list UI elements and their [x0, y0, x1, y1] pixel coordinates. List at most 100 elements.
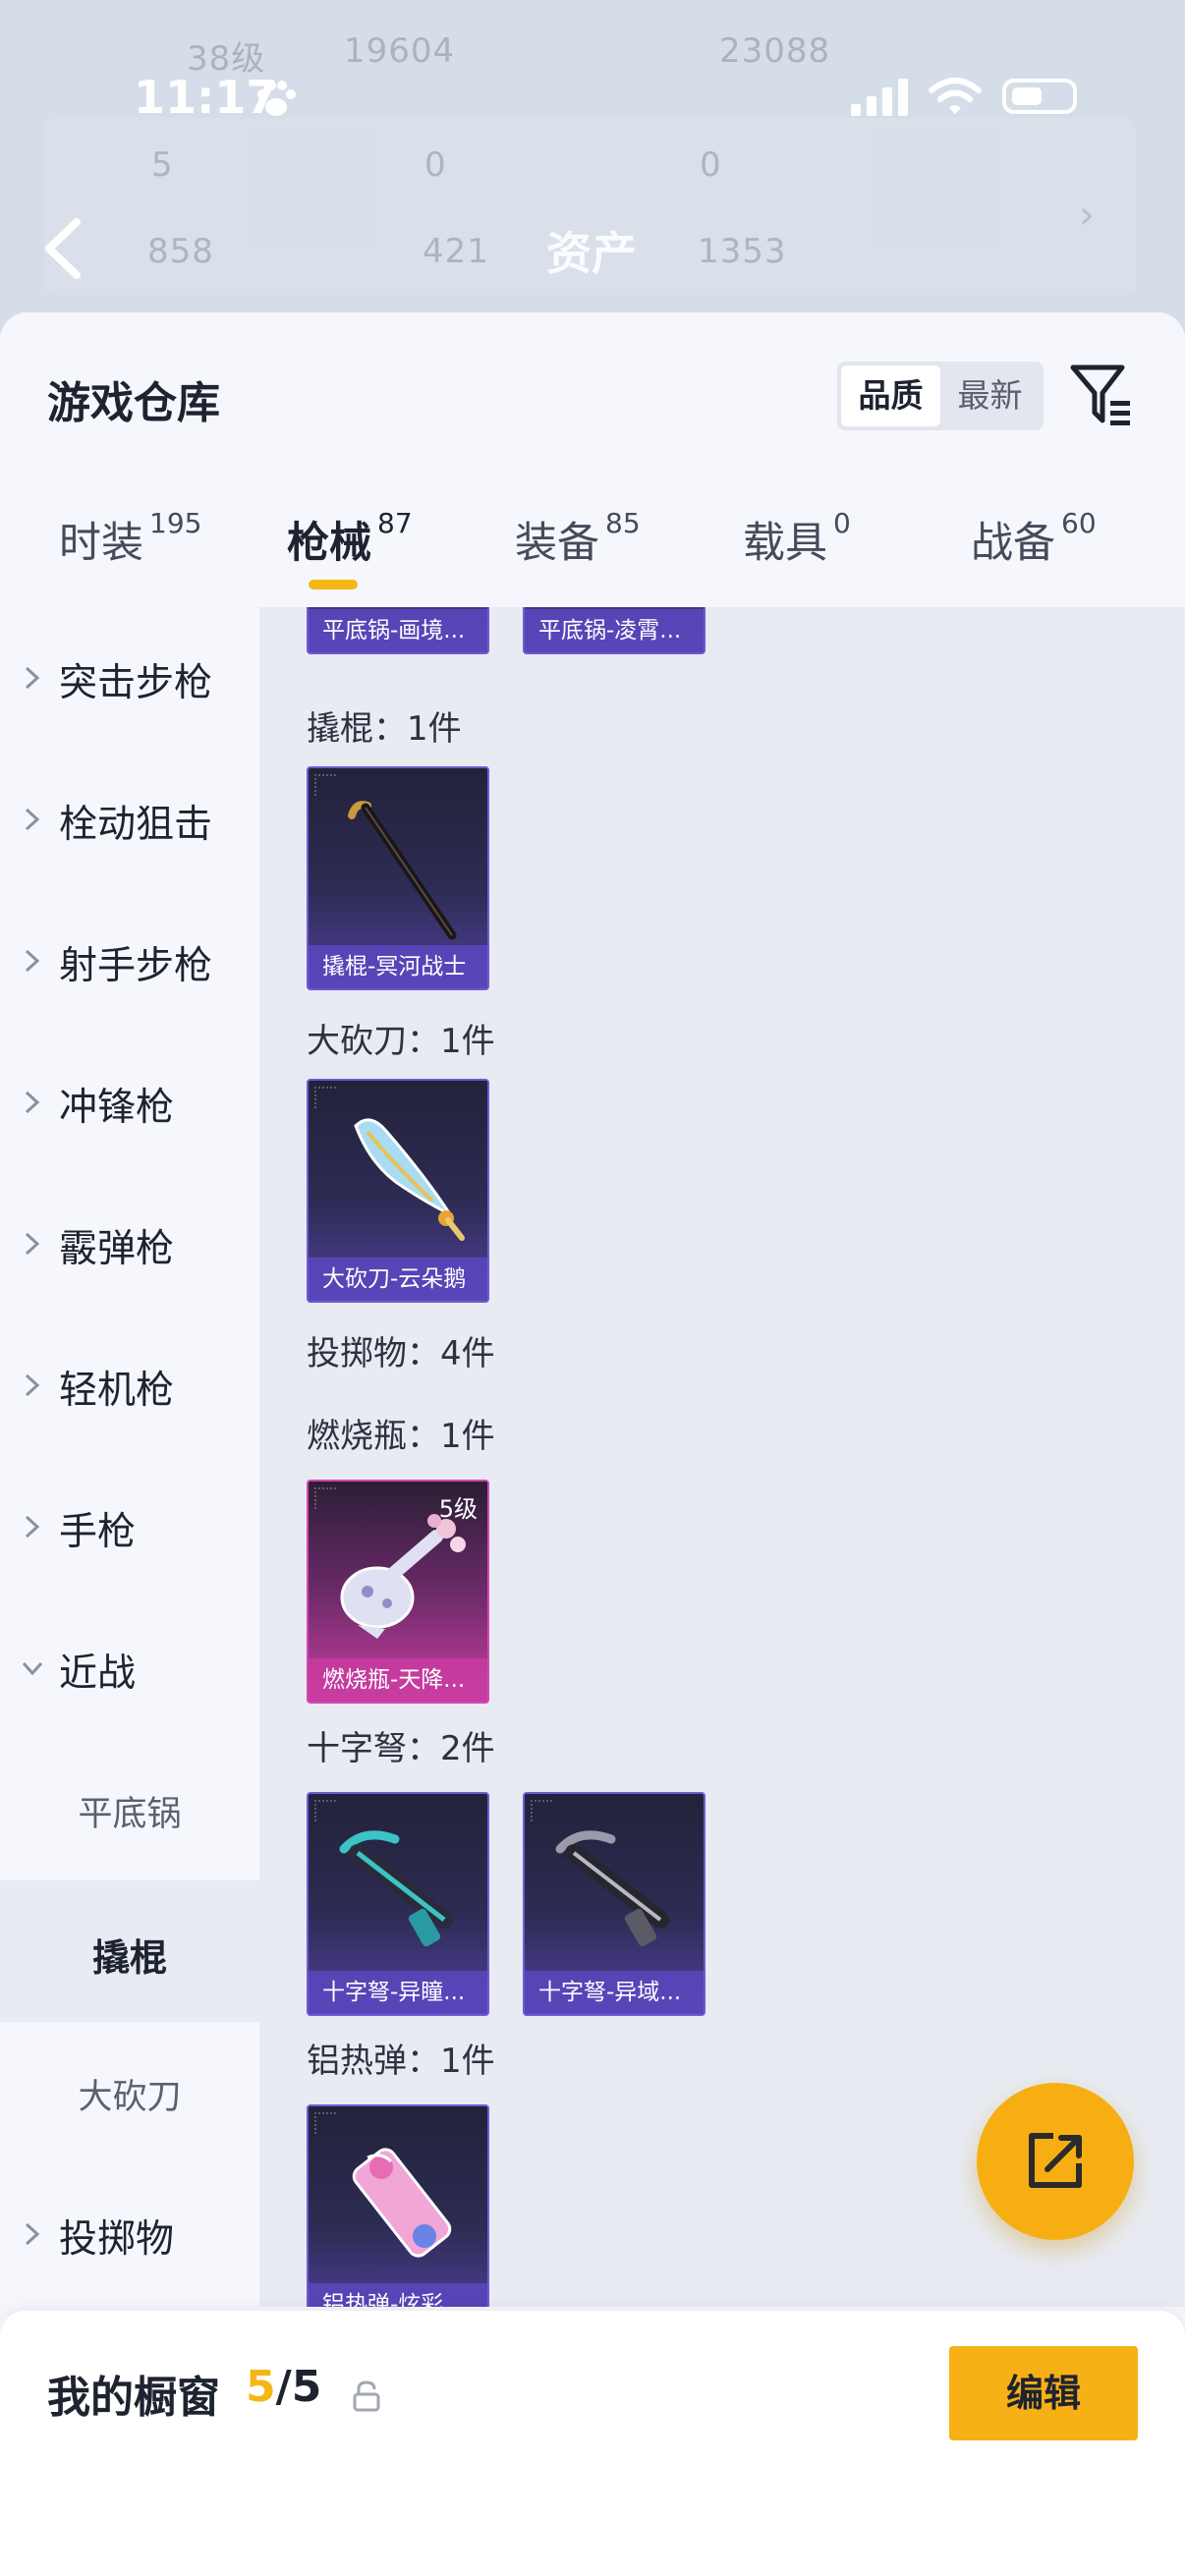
sidebar-item-bolt-sniper[interactable]: 栓动狙击	[0, 749, 259, 890]
background-stat: 858	[147, 232, 214, 271]
sidebar-item-label: 霰弹枪	[59, 1227, 175, 1271]
item-card[interactable]: 平底锅-画境...	[307, 607, 489, 654]
lock-icon	[353, 2380, 380, 2412]
wifi-icon	[929, 78, 982, 114]
back-arrow-icon[interactable]	[39, 214, 88, 283]
machete-icon	[354, 1118, 465, 1241]
background-stat: 421	[423, 232, 489, 271]
showcase-count: 5/5	[246, 2362, 321, 2412]
item-card[interactable]: 撬棍-冥河战士	[307, 766, 489, 990]
sidebar-item-lmg[interactable]: 轻机枪	[0, 1315, 259, 1456]
share-icon	[1029, 2133, 1082, 2188]
background-stat: 19604	[344, 31, 456, 71]
paw-icon	[257, 81, 296, 116]
chevron-right-icon	[25, 666, 40, 690]
chevron-right-icon	[25, 2222, 40, 2246]
showcase-used: 5	[246, 2362, 276, 2412]
tab-label: 战备	[971, 519, 1055, 568]
chevron-right-icon	[25, 1232, 40, 1256]
showcase-bar: 我的橱窗 5/5 编辑	[0, 2311, 1185, 2576]
sidebar-item-shotgun[interactable]: 霰弹枪	[0, 1173, 259, 1315]
warehouse-sheet: 游戏仓库 品质 最新 时装195 枪械87 装备85 载具0 战备60	[0, 312, 1185, 2576]
tab-firearms[interactable]: 枪械 87	[287, 507, 413, 578]
sidebar-item-marksman-rifle[interactable]: 射手步枪	[0, 890, 259, 1032]
item-grid: 平底锅-画境... 平底锅-凌霄... 撬棍：1件 撬棍-冥河战士 大砍刀：1件	[259, 607, 1185, 2307]
tab-label: 载具	[743, 519, 827, 568]
item-name: 铝热弹-炫彩...	[309, 2283, 487, 2307]
section-label: 大砍刀：1件	[307, 1022, 495, 1061]
sidebar-subitem-label: 撬棍	[91, 1936, 167, 1980]
item-card[interactable]: 十字弩-异瞳...	[307, 1792, 489, 2016]
sidebar-item-label: 栓动狙击	[59, 803, 213, 847]
background-stat: 23088	[719, 31, 831, 71]
signal-icon	[851, 79, 908, 116]
background-stat: 0	[700, 145, 722, 185]
sidebar-subitem-frying-pan[interactable]: 平底锅	[0, 1739, 259, 1880]
crossbow-icon	[555, 1830, 669, 1947]
tab-count: 87	[377, 507, 413, 539]
sidebar-subitem-label: 大砍刀	[78, 2078, 182, 2117]
item-card[interactable]: 平底锅-凌霄...	[523, 607, 705, 654]
sort-quality-button[interactable]: 品质	[841, 365, 940, 426]
category-sidebar: 突击步枪 栓动狙击 射手步枪 冲锋枪 霰弹枪 轻机枪 手枪 近战 平底锅 撬棍 …	[0, 607, 259, 2307]
chevron-right-icon	[25, 1091, 40, 1114]
sidebar-item-melee[interactable]: 近战	[0, 1597, 259, 1739]
item-name: 平底锅-凌霄...	[525, 609, 704, 652]
item-name: 十字弩-异瞳...	[309, 1971, 487, 2014]
chevron-right-icon	[25, 808, 40, 831]
item-name: 平底锅-画境...	[309, 609, 487, 652]
item-name: 十字弩-异域...	[525, 1971, 704, 2014]
sidebar-item-label: 轻机枪	[59, 1369, 175, 1413]
chevron-right-icon	[25, 1515, 40, 1539]
molotov-icon	[340, 1514, 466, 1639]
tab-count: 60	[1061, 507, 1097, 539]
sort-newest-button[interactable]: 最新	[940, 365, 1040, 426]
sidebar-item-smg[interactable]: 冲锋枪	[0, 1032, 259, 1173]
background-stat: 5	[151, 145, 174, 185]
item-name: 燃烧瓶-天降...	[309, 1658, 487, 1702]
filter-icon[interactable]	[1069, 362, 1136, 430]
sidebar-item-pistol[interactable]: 手枪	[0, 1456, 259, 1597]
tab-fashion[interactable]: 时装 195	[59, 507, 202, 578]
sidebar-item-throwables[interactable]: 投掷物	[0, 2163, 259, 2305]
crowbar-icon	[348, 801, 457, 940]
item-card[interactable]: 5级 燃烧瓶-天降...	[307, 1480, 489, 1704]
showcase-label: 我的橱窗	[47, 2373, 220, 2423]
chevron-down-icon	[22, 1661, 43, 1676]
background-title: 资产	[546, 227, 637, 280]
tab-count: 0	[833, 507, 851, 539]
item-name: 大砍刀-云朵鹅	[309, 1258, 487, 1301]
sidebar-item-assault-rifle[interactable]: 突击步枪	[0, 607, 259, 749]
edit-button[interactable]: 编辑	[949, 2346, 1138, 2440]
tab-tactical[interactable]: 战备 60	[971, 507, 1097, 578]
background-stat: 0	[424, 145, 447, 185]
section-label: 铝热弹：1件	[307, 2042, 495, 2081]
thermite-icon	[352, 2148, 452, 2258]
chevron-right-icon: ›	[1079, 193, 1095, 238]
tab-count: 195	[149, 507, 202, 539]
sidebar-subitem-machete[interactable]: 大砍刀	[0, 2022, 259, 2163]
section-label: 撬棍：1件	[307, 709, 462, 749]
background-stat: 1353	[698, 232, 787, 271]
item-card[interactable]: 铝热弹-炫彩...	[307, 2104, 489, 2307]
chevron-right-icon	[25, 1373, 40, 1397]
tab-equipment[interactable]: 装备 85	[515, 507, 641, 578]
chevron-right-icon	[25, 949, 40, 973]
page-title: 游戏仓库	[47, 378, 220, 428]
sidebar-item-label: 手枪	[59, 1510, 137, 1554]
sidebar-subitem-label: 平底锅	[78, 1795, 182, 1834]
share-button[interactable]	[977, 2083, 1134, 2240]
tab-label: 装备	[515, 519, 599, 568]
sort-toggle: 品质 最新	[837, 362, 1044, 430]
sidebar-item-label: 投掷物	[59, 2217, 175, 2262]
tab-label: 枪械	[287, 519, 371, 568]
tab-active-indicator	[309, 580, 358, 589]
tab-count: 85	[605, 507, 641, 539]
item-card[interactable]: 大砍刀-云朵鹅	[307, 1079, 489, 1303]
battery-icon	[1002, 79, 1077, 114]
item-card[interactable]: 十字弩-异域...	[523, 1792, 705, 2016]
sidebar-subitem-crowbar[interactable]: 撬棍	[0, 1880, 259, 2022]
crossbow-icon	[339, 1830, 453, 1947]
showcase-total: /5	[275, 2362, 322, 2412]
tab-vehicles[interactable]: 载具 0	[743, 507, 851, 578]
